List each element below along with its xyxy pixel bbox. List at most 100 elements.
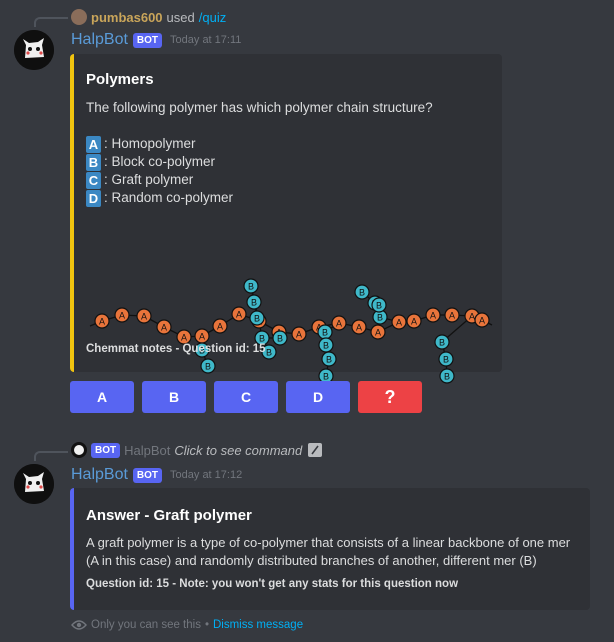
mer-a-node: A (176, 329, 192, 345)
bot-avatar-small (71, 442, 87, 458)
reply-header[interactable]: pumbas600 used /quiz (71, 8, 226, 26)
mer-b-node: B (439, 368, 455, 384)
svg-text:A: A (430, 311, 436, 321)
svg-text:B: B (359, 288, 365, 298)
mer-a-node: A (212, 318, 228, 334)
option-d: D: Random co-polymer (86, 189, 233, 207)
reply-spine (34, 17, 68, 27)
svg-text:A: A (119, 311, 125, 321)
bot-avatar-icon (14, 464, 54, 504)
svg-text:A: A (479, 316, 485, 326)
mer-a-node: A (94, 313, 110, 329)
eye-icon (71, 620, 87, 630)
mer-b-node: B (272, 330, 288, 346)
option-a: A: Homopolymer (86, 135, 233, 153)
svg-text:A: A (217, 322, 223, 332)
svg-text:B: B (277, 334, 283, 344)
mer-b-node: B (318, 337, 334, 353)
svg-text:B: B (266, 348, 272, 358)
svg-text:B: B (248, 282, 254, 292)
svg-text:B: B (322, 328, 328, 338)
mer-a-node: A (136, 308, 152, 324)
reply-username[interactable]: pumbas600 (91, 10, 163, 25)
option-letter: B (86, 153, 101, 171)
reveal-answer-button[interactable]: ? (358, 381, 422, 413)
bot-avatar[interactable] (14, 30, 54, 70)
reply-used-text: used (166, 9, 195, 25)
mer-a-node: A (444, 307, 460, 323)
mer-a-node: A (114, 307, 130, 323)
slash-command-icon[interactable] (308, 443, 323, 457)
svg-text:A: A (449, 311, 455, 321)
answer-description: A graft polymer is a type of co-polymer … (86, 535, 571, 568)
click-to-see-command[interactable]: Click to see command (174, 443, 302, 458)
svg-text:B: B (323, 341, 329, 351)
reply-command[interactable]: /quiz (199, 10, 226, 25)
command-bot-name[interactable]: HalpBot (124, 443, 170, 458)
svg-text:B: B (259, 334, 265, 344)
svg-text:A: A (296, 330, 302, 340)
answer-embed: Answer - Graft polymer A graft polymer i… (70, 488, 590, 610)
svg-text:A: A (181, 333, 187, 343)
answer-b-button[interactable]: B (142, 381, 206, 413)
svg-text:B: B (205, 362, 211, 372)
answer-c-button[interactable]: C (214, 381, 278, 413)
mer-a-node: A (425, 307, 441, 323)
option-b: B: Block co-polymer (86, 153, 233, 171)
svg-text:A: A (336, 319, 342, 329)
ephemeral-notice: Only you can see this • Dismiss message (71, 619, 303, 631)
embed-title: Polymers (86, 71, 154, 88)
svg-text:B: B (251, 298, 257, 308)
svg-text:A: A (161, 323, 167, 333)
ephemeral-separator: • (204, 619, 209, 631)
svg-text:B: B (326, 355, 332, 365)
svg-text:B: B (443, 355, 449, 365)
mer-a-node: A (194, 328, 210, 344)
mer-b-node: B (434, 334, 450, 350)
ephemeral-text: Only you can see this (91, 619, 201, 631)
mer-a-node: A (406, 313, 422, 329)
svg-text:A: A (356, 323, 362, 333)
svg-text:A: A (396, 318, 402, 328)
svg-text:B: B (444, 372, 450, 382)
user-avatar-small (71, 9, 87, 25)
bot-tag: BOT (132, 467, 163, 483)
bot-tag-small: BOT (91, 442, 121, 458)
message-header: HalpBot BOT Today at 17:11 (71, 30, 241, 50)
polymer-diagram: AAAAAAAAAAAAAAAAAAAAABBBBBBBBBBBBBBBBBBB (89, 278, 493, 384)
mer-b-node: B (246, 294, 262, 310)
author-name[interactable]: HalpBot (71, 31, 128, 49)
mer-b-node: B (317, 324, 333, 340)
mer-b-node: B (321, 351, 337, 367)
bot-avatar-icon (14, 30, 54, 70)
answer-d-button[interactable]: D (286, 381, 350, 413)
svg-text:A: A (141, 312, 147, 322)
dismiss-message-link[interactable]: Dismiss message (213, 619, 303, 631)
command-header[interactable]: BOT HalpBot Click to see command (71, 441, 323, 459)
mer-a-node: A (391, 314, 407, 330)
svg-text:B: B (254, 314, 260, 324)
svg-text:B: B (376, 301, 382, 311)
message-header: HalpBot BOT Today at 17:12 (71, 465, 242, 485)
svg-text:A: A (199, 332, 205, 342)
svg-text:B: B (323, 372, 329, 382)
option-text: : Random co-polymer (104, 190, 234, 205)
mer-a-node: A (231, 306, 247, 322)
timestamp[interactable]: Today at 17:11 (170, 34, 241, 46)
timestamp[interactable]: Today at 17:12 (170, 469, 242, 481)
mer-a-node: A (351, 319, 367, 335)
bot-avatar[interactable] (14, 464, 54, 504)
mer-a-node: A (474, 312, 490, 328)
svg-text:A: A (469, 312, 475, 322)
author-name[interactable]: HalpBot (71, 466, 128, 484)
answer-a-button[interactable]: A (70, 381, 134, 413)
svg-text:A: A (236, 310, 242, 320)
command-spine (34, 451, 68, 461)
bot-tag: BOT (132, 32, 163, 48)
option-letter: D (86, 189, 101, 207)
option-text: : Block co-polymer (104, 154, 216, 169)
mer-b-node: B (249, 310, 265, 326)
svg-text:A: A (411, 317, 417, 327)
quiz-embed: Polymers The following polymer has which… (70, 54, 502, 384)
mer-b-node: B (243, 278, 259, 294)
